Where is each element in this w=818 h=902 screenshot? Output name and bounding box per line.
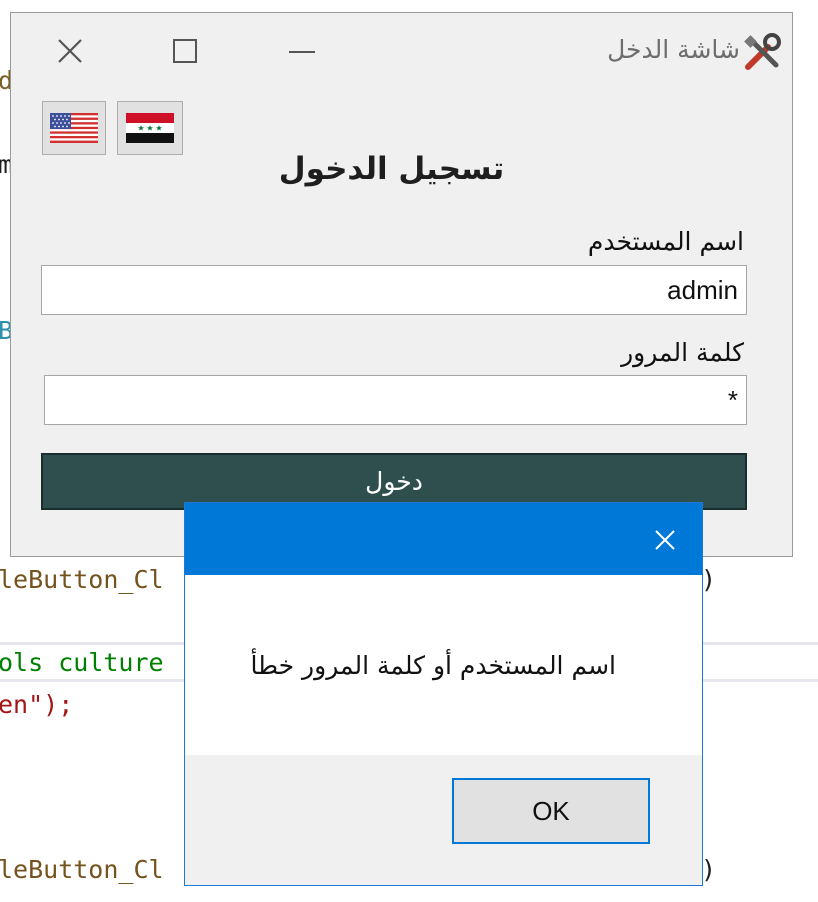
page-title: تسجيل الدخول xyxy=(11,151,792,187)
close-icon xyxy=(58,39,82,63)
password-label: كلمة المرور xyxy=(621,338,744,367)
code-text: leButton_Cl xyxy=(0,565,164,594)
code-text: leButton_Cl xyxy=(0,855,164,884)
message-box-close-button[interactable] xyxy=(642,517,688,563)
arabic-language-button[interactable] xyxy=(117,101,183,155)
minimize-icon xyxy=(289,51,315,53)
code-text: ols culture xyxy=(0,648,164,677)
iraq-flag-icon xyxy=(126,113,174,143)
password-field[interactable]: * xyxy=(44,375,747,425)
code-text: en"); xyxy=(0,690,74,719)
login-window: شاشة الدخل تسجيل الدخول اسم المستخدم adm… xyxy=(10,12,793,557)
english-language-button[interactable] xyxy=(42,101,106,155)
us-flag-icon xyxy=(50,113,98,143)
close-button[interactable] xyxy=(47,31,93,71)
code-line: en"); xyxy=(0,690,73,719)
code-line: ols culture xyxy=(0,648,164,677)
error-message-text: اسم المستخدم أو كلمة المرور خطأ xyxy=(250,651,616,680)
tools-icon xyxy=(742,33,782,73)
maximize-button[interactable] xyxy=(162,31,208,71)
username-field[interactable]: admin xyxy=(41,265,747,315)
username-label: اسم المستخدم xyxy=(587,227,744,256)
ok-button[interactable]: OK xyxy=(452,778,650,844)
maximize-icon xyxy=(173,39,197,63)
message-box-footer: OK xyxy=(185,755,702,885)
close-icon xyxy=(655,530,675,550)
code-line: leButton_Cle) xyxy=(0,855,716,884)
error-message-box: اسم المستخدم أو كلمة المرور خطأ OK xyxy=(184,502,703,886)
heading-text: تسجيل الدخول xyxy=(278,151,505,187)
title-bar[interactable]: شاشة الدخل xyxy=(11,13,792,91)
minimize-button[interactable] xyxy=(279,31,325,71)
window-title: شاشة الدخل xyxy=(607,35,740,64)
code-line: leButton_Cle) xyxy=(0,565,716,594)
message-box-title-bar[interactable] xyxy=(185,503,702,575)
